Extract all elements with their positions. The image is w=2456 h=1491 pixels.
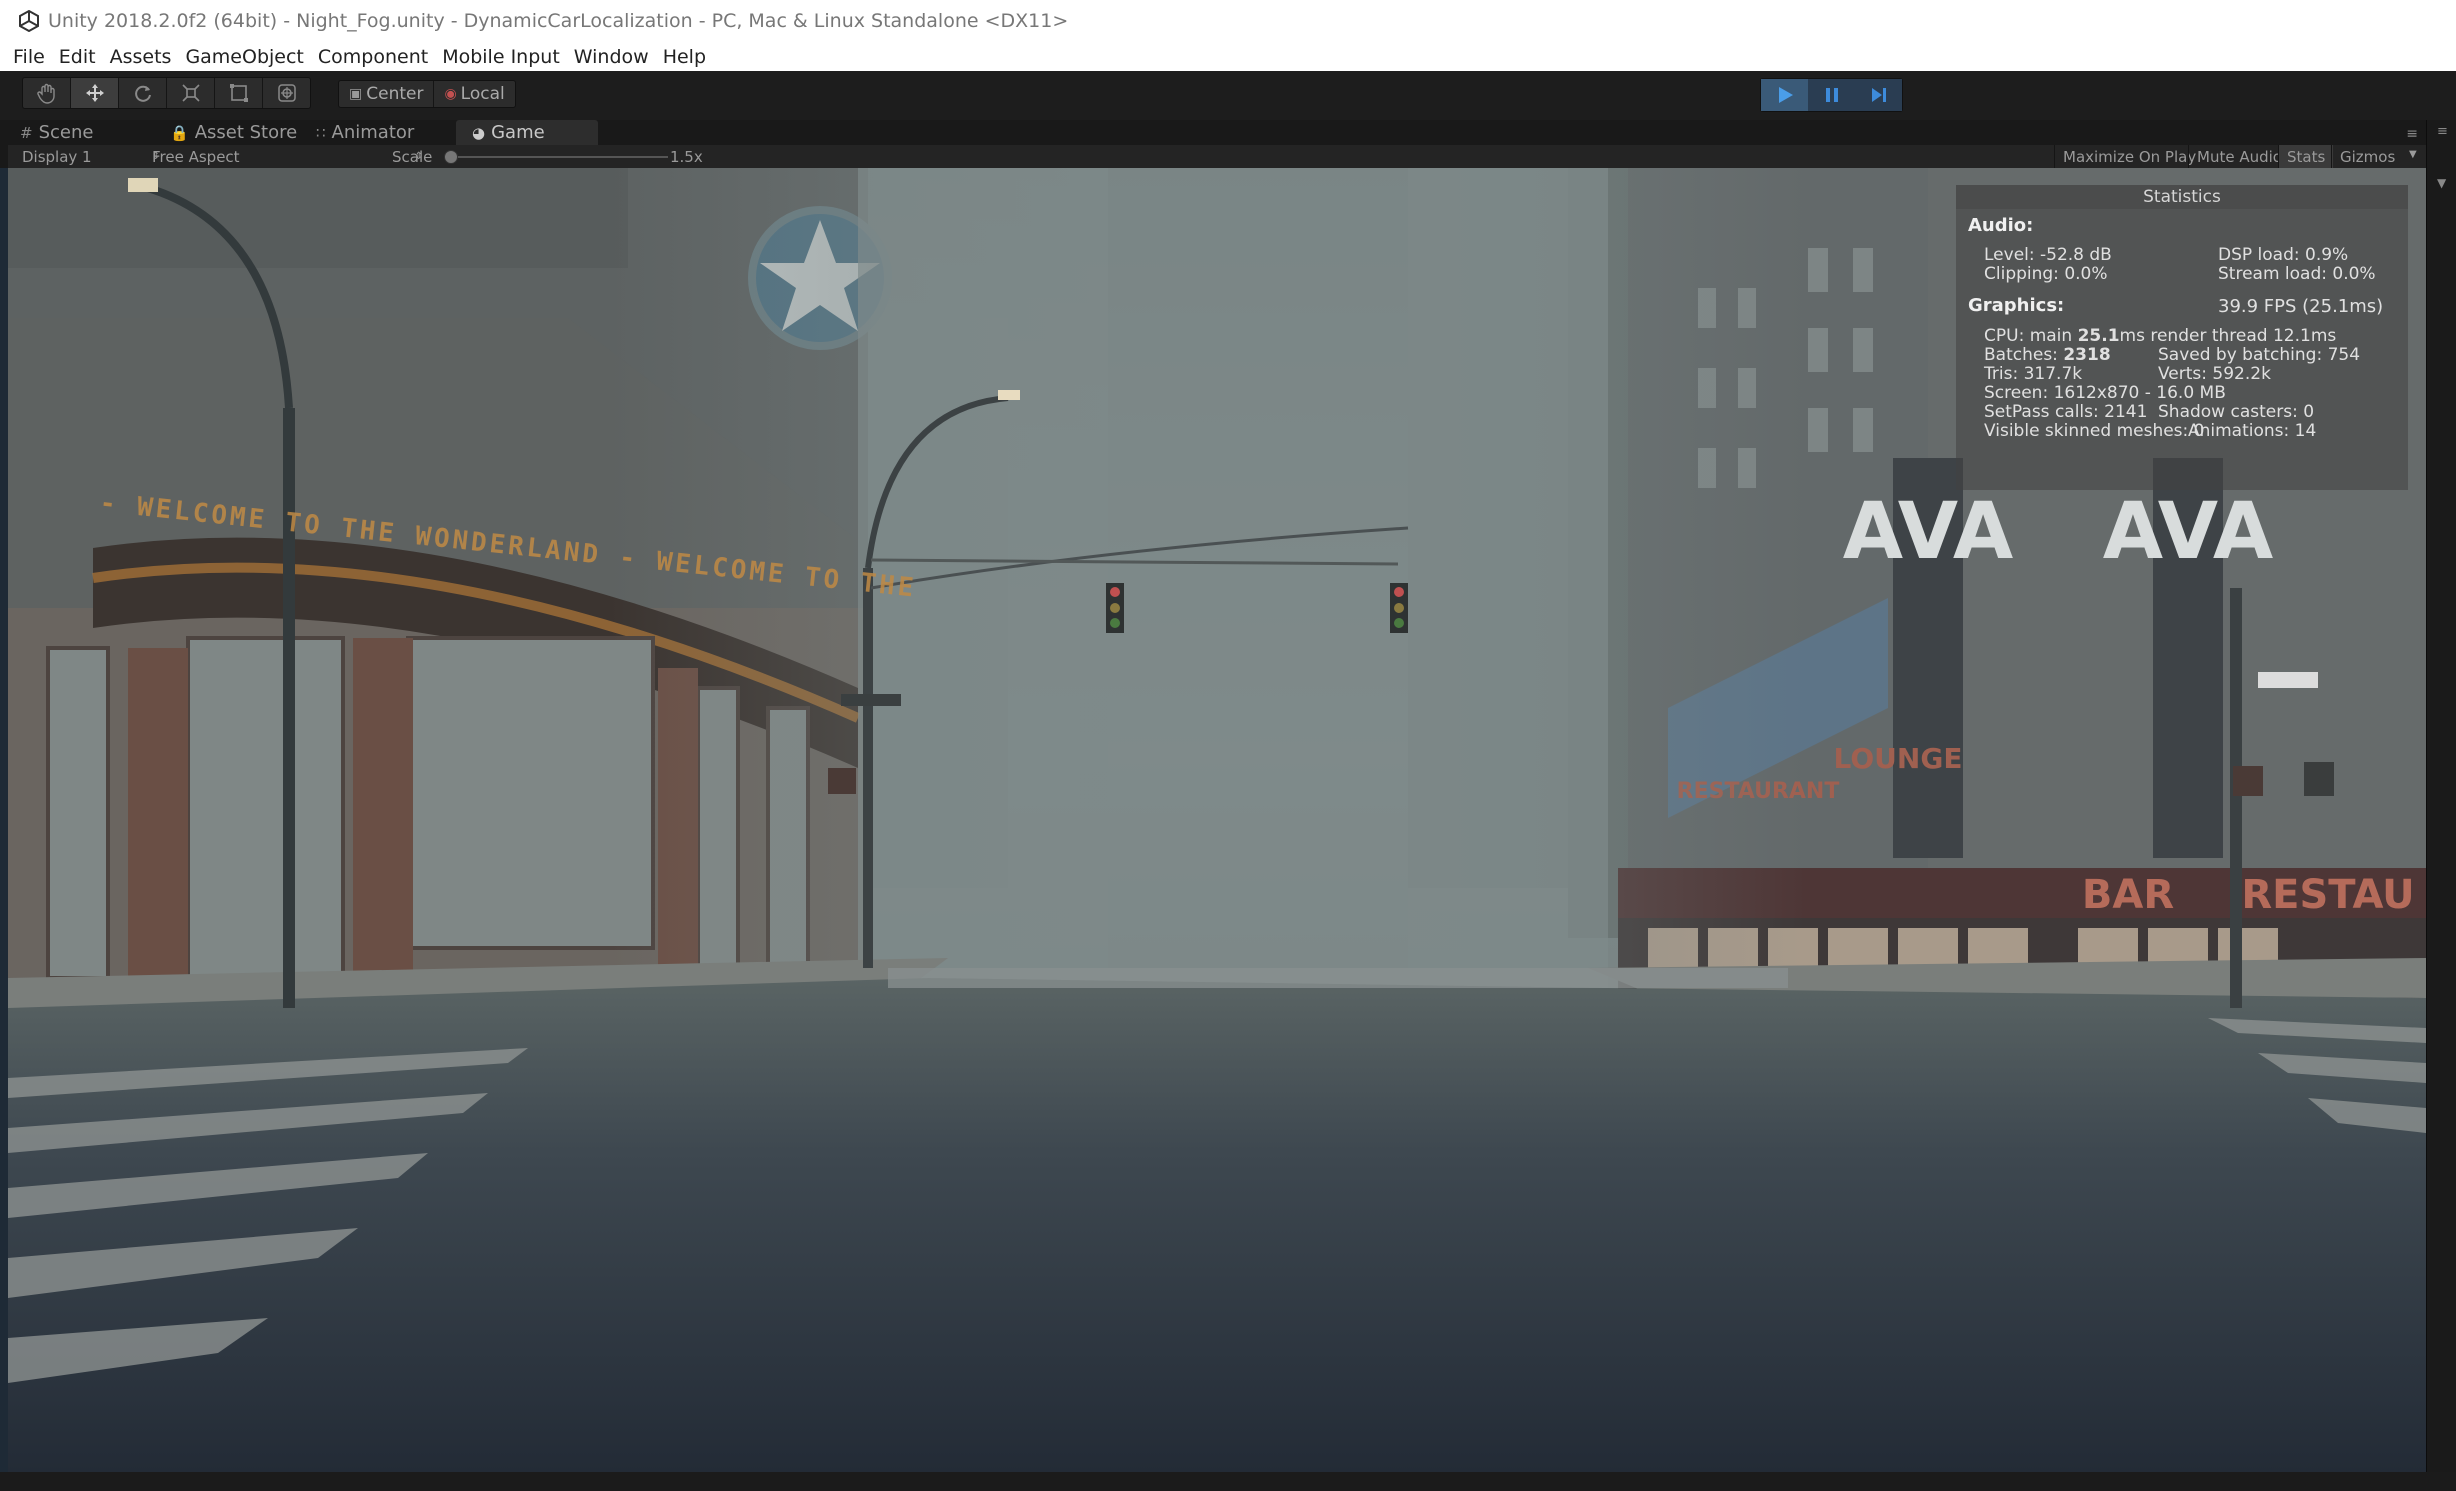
scene-grid-icon: # (20, 123, 33, 142)
graphics-saved-batching: Saved by batching: 754 (2158, 345, 2361, 365)
menu-assets[interactable]: Assets (110, 46, 172, 68)
scale-slider-handle[interactable] (444, 150, 458, 164)
pivot-toggles: ▣ Center ◉ Local (338, 80, 516, 108)
gizmos-arrow-icon[interactable]: ▼ (2409, 149, 2417, 160)
unity-logo-icon (18, 10, 40, 32)
menu-file[interactable]: File (13, 46, 45, 68)
game-pacman-icon: ◕ (472, 123, 486, 142)
maximize-on-play-toggle[interactable]: Maximize On Play (2054, 145, 2204, 168)
pivot-local-icon: ◉ (444, 86, 457, 102)
graphics-shadow-casters: Shadow casters: 0 (2158, 402, 2315, 422)
menu-edit[interactable]: Edit (59, 46, 96, 68)
title-bar: Unity 2018.2.0f2 (64bit) - Night_Fog.uni… (0, 0, 2456, 42)
dock-menu-icon[interactable]: ≡ (2437, 124, 2448, 139)
cpu-suffix: ms render thread 12.1ms (2119, 326, 2337, 346)
sign-bar: BAR (2082, 872, 2174, 918)
tab-scene-label: Scene (38, 122, 94, 143)
pivot-center-button[interactable]: ▣ Center (339, 81, 435, 107)
graphics-screen: Screen: 1612x870 - 16.0 MB (1984, 383, 2226, 403)
game-view-options: Display 1 ⇕ Free Aspect ⇕ Scale 1.5x Max… (8, 145, 2438, 169)
graphics-section-label: Graphics: (1968, 295, 2065, 316)
statistics-header: Statistics (1956, 185, 2408, 209)
dock-collapse-icon[interactable]: ▼ (2437, 176, 2446, 190)
editor-tab-bar: # Scene 🔒 Asset Store ∷ Animator ◕ Game … (0, 120, 2456, 145)
pivot-local-button[interactable]: ◉ Local (434, 81, 514, 107)
graphics-skinned-meshes: Visible skinned meshes: 0 (1984, 421, 2205, 441)
menu-window[interactable]: Window (574, 46, 649, 68)
graphics-verts: Verts: 592.2k (2158, 364, 2271, 384)
right-dock-panel: ≡ ▼ (2426, 120, 2456, 1491)
audio-level: Level: -52.8 dB (1984, 245, 2112, 265)
transform-tool-icon[interactable] (263, 78, 310, 108)
audio-section-label: Audio: (1968, 215, 2034, 236)
sign-restaurant: RESTAU (2241, 872, 2414, 918)
audio-clipping: Clipping: 0.0% (1984, 264, 2108, 284)
cpu-prefix: CPU: main (1984, 326, 2078, 346)
pivot-local-label: Local (460, 84, 505, 104)
left-edge-panel (0, 168, 8, 1491)
menu-mobile-input[interactable]: Mobile Input (442, 46, 560, 68)
transform-tools (22, 77, 311, 109)
play-controls (1760, 78, 1903, 112)
hand-tool-icon[interactable] (23, 78, 71, 108)
menu-bar: File Edit Assets GameObject Component Mo… (0, 42, 2456, 71)
batches-value: 2318 (2063, 345, 2111, 365)
menu-help[interactable]: Help (663, 46, 706, 68)
scale-tool-icon[interactable] (167, 78, 215, 108)
display-dropdown[interactable]: Display 1 ⇕ (22, 145, 160, 168)
statistics-panel: Statistics Audio: Level: -52.8 dB DSP lo… (1956, 185, 2408, 490)
move-tool-icon[interactable] (71, 78, 119, 108)
tab-menu-icon[interactable]: ≡ (2406, 126, 2418, 142)
scale-value: 1.5x (670, 147, 703, 166)
aspect-value: Free Aspect (152, 147, 240, 166)
stats-toggle[interactable]: Stats (2278, 145, 2334, 168)
sign-ava-left: AVA (1843, 487, 2014, 577)
tab-scene[interactable]: # Scene (20, 120, 160, 145)
window-title: Unity 2018.2.0f2 (64bit) - Night_Fog.uni… (48, 10, 1069, 32)
menu-gameobject[interactable]: GameObject (185, 46, 303, 68)
scale-slider-track[interactable] (448, 156, 668, 158)
animator-icon: ∷ (316, 123, 326, 142)
audio-stream-load: Stream load: 0.0% (2218, 264, 2376, 284)
pause-icon[interactable] (1808, 79, 1855, 111)
tab-animator[interactable]: ∷ Animator (316, 120, 446, 145)
rotate-tool-icon[interactable] (119, 78, 167, 108)
sign-ava-right: AVA (2103, 487, 2274, 577)
tab-game-label: Game (491, 122, 545, 143)
cpu-main-value: 25.1 (2077, 326, 2120, 346)
main-toolbar: ▣ Center ◉ Local (0, 71, 2456, 120)
pivot-center-icon: ▣ (349, 86, 363, 102)
graphics-batches: Batches: 2318 (1984, 345, 2111, 365)
batches-prefix: Batches: (1984, 345, 2064, 365)
tab-asset-store-label: Asset Store (194, 122, 298, 143)
graphics-animations: Animations: 14 (2188, 421, 2317, 441)
bottom-panel-tabs (0, 1472, 2456, 1491)
graphics-cpu: CPU: main 25.1ms render thread 12.1ms (1984, 326, 2336, 346)
step-icon[interactable] (1855, 79, 1902, 111)
tab-game[interactable]: ◕ Game (456, 120, 598, 145)
rect-tool-icon[interactable] (215, 78, 263, 108)
play-icon[interactable] (1761, 79, 1808, 111)
graphics-setpass: SetPass calls: 2141 (1984, 402, 2148, 422)
mute-audio-toggle[interactable]: Mute Audio (2188, 145, 2290, 168)
asset-store-icon: 🔒 (170, 123, 189, 142)
sign-lounge: LOUNGE (1834, 742, 1963, 775)
scale-label: Scale (392, 147, 433, 166)
menu-component[interactable]: Component (318, 46, 428, 68)
audio-dsp-load: DSP load: 0.9% (2218, 245, 2349, 265)
gizmos-dropdown[interactable]: Gizmos (2331, 145, 2403, 168)
tab-asset-store[interactable]: 🔒 Asset Store (170, 120, 320, 145)
graphics-tris: Tris: 317.7k (1984, 364, 2083, 384)
tab-animator-label: Animator (331, 122, 415, 143)
aspect-dropdown[interactable]: Free Aspect ⇕ (152, 145, 423, 168)
graphics-fps: 39.9 FPS (25.1ms) (2218, 296, 2384, 317)
display-value: Display 1 (22, 147, 92, 166)
pivot-center-label: Center (366, 84, 424, 104)
